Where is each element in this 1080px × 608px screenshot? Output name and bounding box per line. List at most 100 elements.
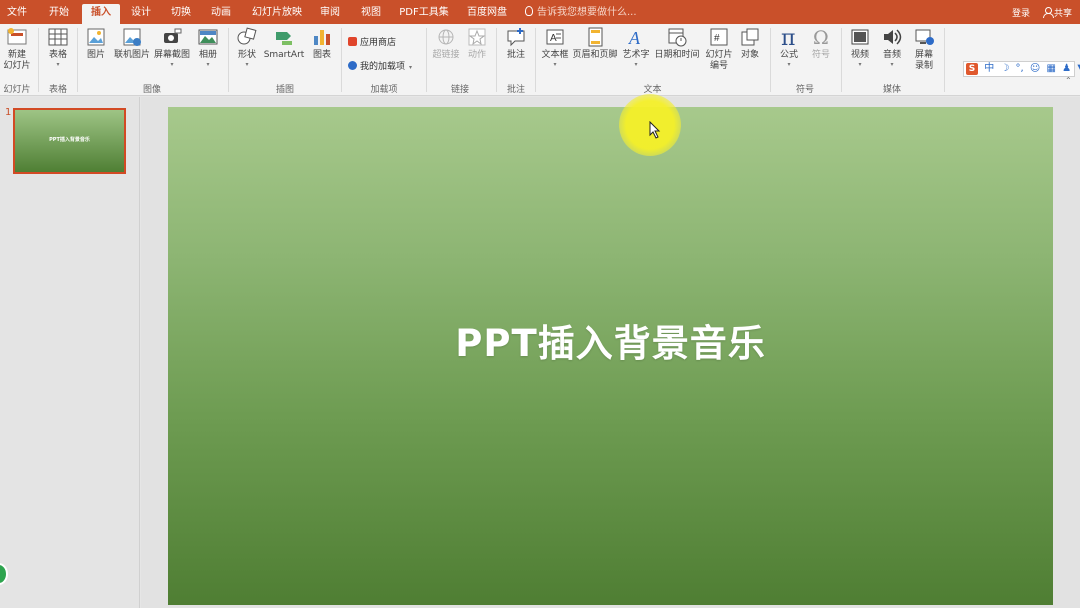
tab-animations[interactable]: 动画 bbox=[206, 0, 236, 24]
action-button[interactable]: 动作 bbox=[464, 26, 490, 61]
equation-label: 公式 bbox=[779, 50, 798, 60]
picture-button[interactable]: 图片 bbox=[82, 26, 110, 61]
picture-icon bbox=[87, 28, 105, 46]
chevron-down-icon: ▾ bbox=[787, 61, 791, 68]
omega-icon: Ω bbox=[813, 27, 829, 48]
tell-me-text: 告诉我您想要做什么... bbox=[537, 7, 637, 18]
tab-transitions[interactable]: 切换 bbox=[166, 0, 196, 24]
ime-toolbar[interactable]: S 中 ☽ °, ☺ ▦ ♟ ▼ ▩ bbox=[963, 61, 1080, 77]
divider bbox=[770, 28, 771, 92]
slide-title[interactable]: PPT插入背景音乐 bbox=[168, 313, 1053, 367]
album-button[interactable]: 相册 ▾ bbox=[195, 26, 221, 69]
group-text-label: 文本 bbox=[643, 85, 662, 95]
svg-text:Ω: Ω bbox=[813, 27, 829, 48]
smartart-button[interactable]: SmartArt bbox=[263, 26, 305, 61]
slide-number-label: 幻灯片 编号 bbox=[705, 50, 733, 71]
thumbnail-title: PPT插入背景音乐 bbox=[49, 137, 90, 143]
tab-home[interactable]: 开始 bbox=[44, 0, 74, 24]
keyboard-icon[interactable]: ▦ bbox=[1047, 63, 1056, 74]
wordart-button[interactable]: A 艺术字 ▾ bbox=[620, 26, 652, 69]
album-icon bbox=[198, 29, 218, 45]
screenshot-button[interactable]: 屏幕截图 ▾ bbox=[152, 26, 192, 69]
app-store-button[interactable]: 应用商店 bbox=[348, 35, 396, 48]
user-icon[interactable]: ♟ bbox=[1062, 63, 1071, 74]
tell-me-search[interactable]: 告诉我您想要做什么... bbox=[525, 0, 637, 24]
screen-record-button[interactable]: 屏幕 录制 bbox=[910, 26, 938, 72]
star-action-icon bbox=[468, 28, 486, 46]
divider bbox=[38, 28, 39, 92]
collapse-ribbon-button[interactable]: ⌃ bbox=[1065, 76, 1072, 85]
slide-number: 1 bbox=[5, 107, 12, 118]
object-icon bbox=[741, 28, 759, 46]
comment-button[interactable]: 批注 bbox=[502, 26, 530, 61]
tab-slideshow[interactable]: 幻灯片放映 bbox=[248, 0, 306, 24]
globe-link-icon bbox=[438, 29, 454, 45]
my-addins-label: 我的加载项 bbox=[360, 62, 406, 72]
symbol-button[interactable]: Ω 符号 bbox=[807, 26, 835, 61]
svg-text:#: # bbox=[714, 33, 720, 44]
table-button[interactable]: 表格 ▾ bbox=[44, 26, 72, 69]
online-picture-label: 联机图片 bbox=[113, 50, 150, 60]
screen-record-label: 屏幕 录制 bbox=[914, 50, 933, 71]
album-label: 相册 bbox=[198, 50, 217, 60]
group-tables-label: 表格 bbox=[48, 85, 67, 95]
emoji-icon[interactable]: ☺ bbox=[1030, 63, 1040, 74]
ribbon: 新建 幻灯片 幻灯片 表格 ▾ 表格 图片 联机图片 屏幕截图 ▾ 相册 ▾ 图… bbox=[0, 24, 1080, 96]
slide-thumbnail[interactable]: PPT插入背景音乐 bbox=[13, 108, 126, 174]
object-button[interactable]: 对象 bbox=[737, 26, 763, 61]
tab-pdf-tools[interactable]: PDF工具集 bbox=[396, 0, 452, 24]
group-symbols-label: 符号 bbox=[795, 85, 814, 95]
shapes-button[interactable]: 形状 ▾ bbox=[234, 26, 260, 69]
tab-review[interactable]: 审阅 bbox=[315, 0, 345, 24]
tab-baidu-netdisk[interactable]: 百度网盘 bbox=[462, 0, 512, 24]
svg-text:A: A bbox=[628, 28, 641, 48]
datetime-button[interactable]: 日期和时间 bbox=[654, 26, 700, 61]
object-label: 对象 bbox=[740, 50, 759, 60]
chevron-down-icon: ▾ bbox=[553, 61, 557, 68]
chevron-down-icon: ▾ bbox=[634, 61, 638, 68]
hyperlink-button[interactable]: 超链接 bbox=[430, 26, 462, 61]
group-links-label: 链接 bbox=[450, 85, 469, 95]
tab-insert[interactable]: 插入 bbox=[82, 4, 120, 24]
divider bbox=[496, 28, 497, 92]
equation-button[interactable]: π 公式 ▾ bbox=[775, 26, 803, 69]
shapes-icon bbox=[237, 27, 257, 45]
tab-design[interactable]: 设计 bbox=[126, 0, 156, 24]
new-slide-icon bbox=[7, 28, 27, 45]
textbox-button[interactable]: A 文本框 ▾ bbox=[540, 26, 570, 69]
divider bbox=[841, 28, 842, 92]
my-addins-button[interactable]: 我的加载项 ▾ bbox=[348, 59, 412, 72]
sogou-logo-icon: S bbox=[966, 63, 978, 75]
current-slide[interactable]: PPT插入背景音乐 bbox=[168, 107, 1053, 605]
symbol-label: 符号 bbox=[811, 50, 830, 60]
video-label: 视频 bbox=[850, 50, 869, 60]
moon-icon[interactable]: ☽ bbox=[1000, 63, 1009, 74]
table-label: 表格 bbox=[48, 50, 67, 60]
tab-view[interactable]: 视图 bbox=[356, 0, 386, 24]
chevron-down-icon: ▾ bbox=[206, 61, 210, 68]
header-footer-button[interactable]: 页眉和页脚 bbox=[572, 26, 618, 61]
textbox-icon: A bbox=[546, 29, 564, 45]
audio-button[interactable]: 音频 ▾ bbox=[878, 26, 906, 69]
new-slide-button[interactable]: 新建 幻灯片 bbox=[0, 26, 34, 72]
punctuation-icon[interactable]: °, bbox=[1016, 63, 1024, 74]
video-button[interactable]: 视频 ▾ bbox=[846, 26, 874, 69]
new-slide-label: 新建 幻灯片 bbox=[3, 50, 31, 71]
camera-icon bbox=[164, 28, 182, 43]
tab-file[interactable]: 文件 bbox=[2, 0, 32, 24]
chart-button[interactable]: 图表 bbox=[309, 26, 335, 61]
lightbulb-icon bbox=[525, 6, 533, 16]
slide-number-icon: # bbox=[710, 28, 728, 46]
ime-mode[interactable]: 中 bbox=[984, 63, 994, 74]
hyperlink-label: 超链接 bbox=[432, 50, 460, 60]
group-slides-label: 幻灯片 bbox=[3, 85, 31, 95]
chart-label: 图表 bbox=[312, 50, 331, 60]
chart-icon bbox=[314, 30, 330, 45]
chevron-down-icon: ▾ bbox=[409, 64, 413, 71]
slide-number-button[interactable]: # 幻灯片 编号 bbox=[704, 26, 734, 72]
chevron-down-icon: ▾ bbox=[56, 61, 60, 68]
online-picture-icon bbox=[123, 28, 141, 46]
calendar-clock-icon bbox=[668, 28, 687, 47]
online-picture-button[interactable]: 联机图片 bbox=[113, 26, 151, 61]
textbox-label: 文本框 bbox=[541, 50, 569, 60]
